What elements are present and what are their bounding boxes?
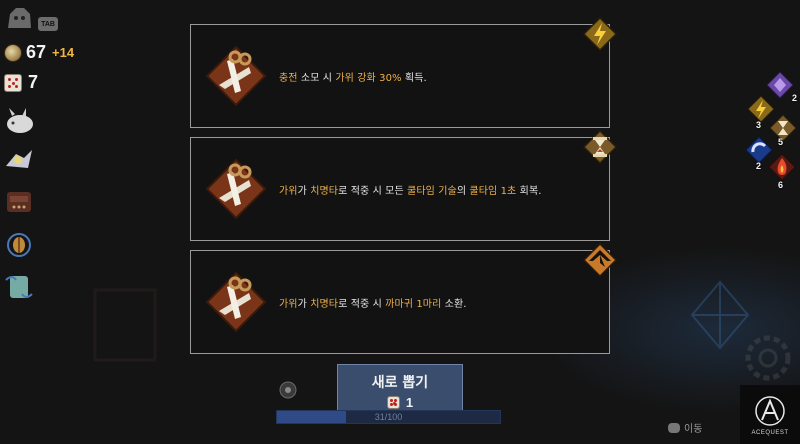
card-text-segment: 의 bbox=[456, 185, 470, 197]
card-text-segment: 가위 bbox=[279, 185, 298, 197]
card-text-segment: 쿨타임 기술 bbox=[407, 185, 457, 197]
fire-skill-icon bbox=[768, 153, 796, 181]
card-text-segment: 소모 시 bbox=[297, 72, 336, 84]
hourglass-badge-icon bbox=[583, 130, 617, 164]
upgrade-card-2[interactable]: 가위가 치명타로 적중 시 모든 쿨타임 기술의 쿨타임 1초 회복. bbox=[190, 130, 617, 241]
background-tile-icon bbox=[93, 288, 157, 362]
skill-count: 3 bbox=[756, 120, 762, 130]
coin-icon bbox=[4, 43, 22, 62]
skill-slot[interactable]: 6 bbox=[767, 152, 797, 190]
card-text-segment: 로 적중 시 모든 bbox=[338, 185, 408, 197]
logo-text: ACEQUEST bbox=[751, 429, 789, 436]
upgrade-card-3[interactable]: 가위가 치명타로 적중 시 까마귀 1마리 소환. bbox=[190, 243, 617, 354]
gamepad-icon bbox=[668, 422, 680, 433]
card-text-segment: 로 적중 시 bbox=[338, 298, 386, 310]
tab-key-badge[interactable]: TAB bbox=[38, 17, 58, 31]
move-hint-label: 이동 bbox=[684, 424, 703, 435]
card-text-segment: 가위 bbox=[279, 298, 298, 310]
skill-count: 2 bbox=[791, 93, 797, 103]
satchel-relic-icon[interactable] bbox=[2, 184, 36, 218]
crystal-bird-relic-icon[interactable] bbox=[2, 142, 36, 176]
redraw-cost: 1 bbox=[386, 395, 414, 410]
card-text-segment: 까마귀 1마리 bbox=[385, 298, 442, 310]
dice-icon bbox=[386, 396, 400, 409]
move-hint: 이동 bbox=[668, 420, 702, 435]
coin-value: 67 bbox=[26, 42, 47, 62]
card-text-segment: 가 bbox=[297, 185, 311, 197]
acequest-logo: ACEQUEST bbox=[740, 385, 800, 444]
background-gear-icon bbox=[745, 335, 791, 381]
card-text-segment: 가 bbox=[297, 298, 311, 310]
card-text-segment: 획득. bbox=[401, 72, 427, 84]
card-text-segment: 쿨타임 1초 bbox=[469, 185, 517, 197]
card-description: 충전 소모 시 가위 강화 30% 획득. bbox=[279, 25, 599, 127]
character-portrait-icon[interactable] bbox=[4, 4, 34, 32]
player-marker-icon bbox=[279, 381, 297, 399]
upgrade-card-1[interactable]: 충전 소모 시 가위 강화 30% 획득. bbox=[190, 17, 617, 128]
card-description: 가위가 치명타로 적중 시 까마귀 1마리 소환. bbox=[279, 251, 599, 353]
crow-badge-icon bbox=[583, 243, 617, 277]
experience-text: 31/100 bbox=[374, 412, 403, 422]
bronze-scarab-relic-icon[interactable] bbox=[2, 228, 36, 262]
coin-counter: 67 +14 bbox=[4, 42, 74, 63]
skill-count: 6 bbox=[778, 180, 784, 190]
experience-bar: 31/100 bbox=[276, 410, 501, 424]
redraw-cost-value: 1 bbox=[405, 395, 414, 410]
card-text-segment: 치명타 bbox=[310, 298, 339, 310]
horned-pig-relic-icon[interactable] bbox=[2, 104, 36, 138]
card-text-segment: 가위 강화 30% bbox=[335, 72, 402, 84]
coin-gain: +14 bbox=[52, 45, 75, 60]
scissors-icon bbox=[205, 271, 267, 333]
card-description: 가위가 치명타로 적중 시 모든 쿨타임 기술의 쿨타임 1초 회복. bbox=[279, 138, 599, 240]
dice-counter: 7 bbox=[4, 72, 38, 93]
card-text-segment: 회복. bbox=[516, 185, 542, 197]
scissors-icon bbox=[205, 158, 267, 220]
card-text-segment: 소환. bbox=[441, 298, 467, 310]
glass-jar-relic-icon[interactable] bbox=[2, 270, 36, 304]
acequest-emblem-icon bbox=[755, 395, 785, 426]
card-text-segment: 충전 bbox=[279, 72, 298, 84]
card-text-segment: 치명타 bbox=[310, 185, 339, 197]
dice-value: 7 bbox=[28, 72, 39, 92]
redraw-label: 새로 뽑기 bbox=[371, 375, 429, 391]
skill-count: 2 bbox=[756, 161, 762, 171]
scissors-icon bbox=[205, 45, 267, 107]
lightning-badge-icon bbox=[583, 17, 617, 51]
dice-icon bbox=[4, 73, 22, 92]
skill-count: 5 bbox=[778, 137, 784, 147]
